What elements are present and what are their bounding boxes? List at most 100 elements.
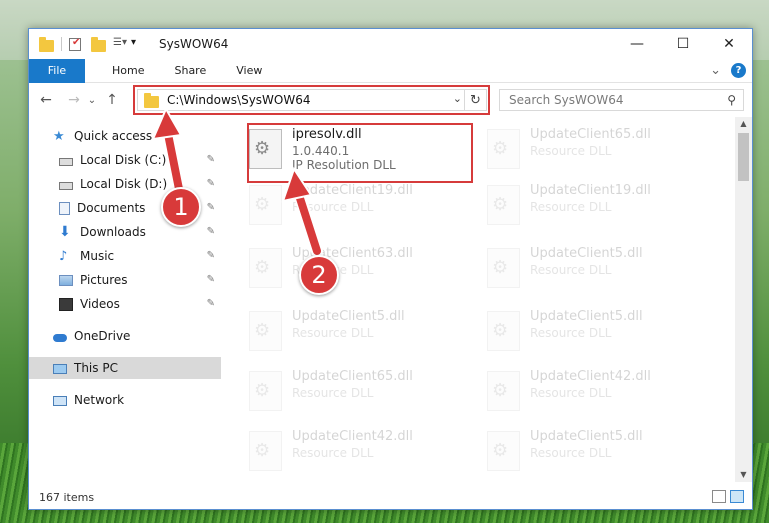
dll-file-icon: [487, 248, 520, 288]
dll-file-icon: [249, 431, 282, 471]
maximize-button[interactable]: ☐: [660, 29, 706, 59]
dll-file-icon: [487, 311, 520, 351]
scroll-thumb[interactable]: [738, 133, 749, 181]
drive-icon: [59, 157, 73, 166]
network-icon: [53, 395, 67, 406]
document-icon: [59, 201, 70, 215]
file-description: Resource DLL: [530, 144, 612, 158]
up-button[interactable]: ↑: [101, 92, 123, 108]
star-icon: ★: [53, 128, 65, 144]
dll-file-icon: [249, 248, 282, 288]
close-button[interactable]: ✕: [706, 29, 752, 59]
file-item[interactable]: UpdateClient19.dll Resource DLL: [487, 181, 712, 237]
help-icon[interactable]: ?: [731, 63, 746, 78]
details-view-icon[interactable]: [712, 490, 726, 503]
file-name: UpdateClient5.dll: [292, 309, 405, 324]
scroll-up-icon[interactable]: ▲: [735, 117, 752, 131]
sidebar-item-local-disk-c[interactable]: Local Disk (C:) ✎: [29, 149, 221, 171]
sidebar-item-music[interactable]: ♪ Music ✎: [29, 245, 221, 267]
step-1-badge: 1: [161, 187, 201, 227]
window-title: SysWOW64: [159, 37, 229, 51]
pin-icon[interactable]: ✎: [207, 178, 215, 189]
file-name: UpdateClient42.dll: [292, 429, 413, 444]
pin-icon[interactable]: ✎: [207, 274, 215, 285]
file-item[interactable]: UpdateClient5.dll Resource DLL: [487, 307, 712, 363]
file-item[interactable]: UpdateClient19.dll Resource DLL: [249, 181, 474, 237]
sidebar-item-network[interactable]: Network: [29, 389, 221, 411]
file-name: UpdateClient5.dll: [530, 309, 643, 324]
ribbon-tabs: File Home Share View ⌄ ?: [29, 58, 752, 83]
file-description: Resource DLL: [292, 386, 374, 400]
cloud-icon: [53, 333, 67, 342]
vertical-scrollbar[interactable]: ▲ ▼: [735, 117, 752, 482]
file-item[interactable]: UpdateClient5.dll Resource DLL: [487, 244, 712, 300]
quick-access-toolbar-chevron-icon[interactable]: ▾: [131, 37, 145, 51]
file-description: Resource DLL: [292, 326, 374, 340]
new-folder-icon[interactable]: [91, 37, 106, 52]
back-button[interactable]: ←: [35, 92, 57, 108]
file-description: Resource DLL: [530, 386, 612, 400]
drive-icon: [59, 181, 73, 190]
file-description: Resource DLL: [530, 446, 612, 460]
pin-icon[interactable]: ✎: [207, 226, 215, 237]
scroll-down-icon[interactable]: ▼: [735, 468, 752, 482]
file-explorer-window: ✔ ☰▾ ▾ SysWOW64 — ☐ ✕ File Home Share Vi…: [28, 28, 753, 510]
sidebar-item-pictures[interactable]: Pictures ✎: [29, 269, 221, 291]
recent-locations-button[interactable]: ⌄: [85, 95, 99, 106]
file-item[interactable]: UpdateClient42.dll Resource DLL: [487, 367, 712, 423]
file-name: UpdateClient5.dll: [530, 429, 643, 444]
tiles-view-icon[interactable]: [730, 490, 744, 503]
pin-icon[interactable]: ✎: [207, 250, 215, 261]
forward-button[interactable]: →: [63, 92, 85, 108]
tab-home[interactable]: Home: [97, 64, 159, 77]
file-item[interactable]: UpdateClient65.dll Resource DLL: [249, 367, 474, 423]
file-description: Resource DLL: [292, 446, 374, 460]
file-name: UpdateClient42.dll: [530, 369, 651, 384]
item-count: 167 items: [39, 490, 95, 504]
file-item[interactable]: UpdateClient63.dllResource DLL: [249, 244, 474, 300]
file-highlight-box: [247, 123, 473, 183]
sidebar-item-quick-access[interactable]: ★ Quick access: [29, 125, 221, 147]
address-highlight-box: [133, 85, 490, 115]
file-name: UpdateClient65.dll: [530, 127, 651, 142]
music-icon: ♪: [59, 248, 68, 264]
file-name: UpdateClient19.dll: [292, 183, 413, 198]
pictures-icon: [59, 275, 73, 286]
tab-file[interactable]: File: [29, 58, 85, 83]
file-item[interactable]: UpdateClient65.dll Resource DLL: [487, 125, 712, 181]
dll-file-icon: [487, 185, 520, 225]
dll-file-icon: [487, 431, 520, 471]
properties-icon[interactable]: ✔: [69, 37, 81, 51]
dll-file-icon: [249, 185, 282, 225]
file-description: Resource DLL: [292, 200, 374, 214]
title-separator: [61, 37, 62, 51]
pin-icon[interactable]: ✎: [207, 298, 215, 309]
tab-share[interactable]: Share: [159, 64, 221, 77]
navigation-pane: ★ Quick access Local Disk (C:) ✎ Local D…: [29, 121, 221, 481]
dll-file-icon: [487, 371, 520, 411]
file-item[interactable]: UpdateClient42.dll Resource DLL: [249, 427, 474, 479]
status-bar: 167 items: [29, 485, 752, 509]
search-input[interactable]: Search SysWOW64 ⚲: [499, 89, 744, 111]
computer-icon: [53, 363, 67, 374]
sidebar-item-videos[interactable]: Videos ✎: [29, 293, 221, 315]
search-icon: ⚲: [727, 93, 736, 107]
customize-icon[interactable]: ☰▾: [113, 37, 127, 51]
sidebar-item-onedrive[interactable]: OneDrive: [29, 325, 221, 347]
file-item[interactable]: UpdateClient5.dll Resource DLL: [249, 307, 474, 363]
expand-ribbon-icon[interactable]: ⌄: [710, 63, 721, 78]
file-description: Resource DLL: [530, 326, 612, 340]
file-item[interactable]: UpdateClient5.dll Resource DLL: [487, 427, 712, 479]
file-name: UpdateClient65.dll: [292, 369, 413, 384]
file-name: UpdateClient5.dll: [530, 246, 643, 261]
sidebar-item-downloads[interactable]: ⬇ Downloads ✎: [29, 221, 221, 243]
file-name: UpdateClient19.dll: [530, 183, 651, 198]
file-description: Resource DLL: [530, 263, 612, 277]
minimize-button[interactable]: —: [614, 29, 660, 59]
tab-view[interactable]: View: [221, 64, 277, 77]
file-description: Resource DLL: [530, 200, 612, 214]
sidebar-item-this-pc[interactable]: This PC: [29, 357, 221, 379]
pin-icon[interactable]: ✎: [207, 202, 215, 213]
pin-icon[interactable]: ✎: [207, 154, 215, 165]
download-icon: ⬇: [59, 223, 71, 240]
